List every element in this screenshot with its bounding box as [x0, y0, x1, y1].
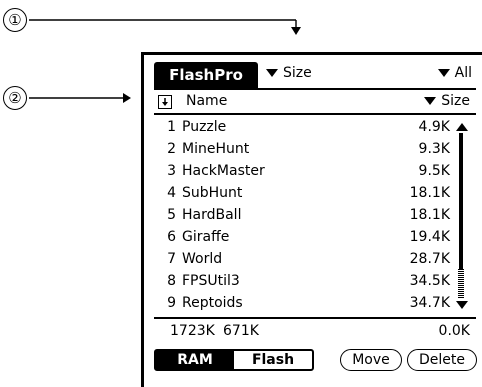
row-size: 9.3K: [418, 141, 450, 157]
filter-label: All: [454, 65, 472, 81]
list-scrollbar[interactable]: [453, 121, 469, 313]
list-item[interactable]: 9 Reptoids 34.7K: [154, 293, 454, 315]
row-size: 9.5K: [418, 163, 450, 179]
footer-divider: [154, 317, 476, 319]
row-index: 2: [167, 141, 176, 157]
column-size-label: Size: [441, 93, 470, 109]
flash-free-value: 671K: [223, 323, 259, 339]
selected-size-value: 0.0K: [438, 323, 470, 339]
row-index: 9: [167, 295, 176, 311]
scroll-down-arrow-icon[interactable]: [456, 301, 468, 309]
column-name-header[interactable]: Name: [186, 93, 227, 109]
row-name: Reptoids: [182, 295, 243, 311]
row-name: SubHunt: [182, 185, 243, 201]
filter-popup-trigger[interactable]: All: [437, 65, 472, 81]
row-name: FPSUtil3: [182, 273, 240, 289]
dropdown-triangle-icon: [266, 69, 278, 77]
scroll-up-arrow-icon[interactable]: [456, 123, 468, 131]
column-menu-icon[interactable]: [158, 95, 172, 109]
flash-segment-button[interactable]: Flash: [234, 351, 312, 369]
callout-1-arrow: [29, 19, 297, 29]
row-name: Giraffe: [182, 229, 230, 245]
row-name: Puzzle: [182, 119, 227, 135]
move-button[interactable]: Move: [340, 349, 402, 371]
sort-popup-trigger[interactable]: Size: [266, 65, 312, 81]
flashpro-screen: FlashPro Size All Name Size 1 Puzzle 4.9…: [141, 52, 482, 387]
row-size: 18.1K: [409, 207, 450, 223]
row-size: 4.9K: [418, 119, 450, 135]
row-name: World: [182, 251, 223, 267]
row-index: 7: [167, 251, 176, 267]
row-index: 1: [167, 119, 176, 135]
column-size-header[interactable]: Size: [424, 93, 470, 109]
list-item[interactable]: 7 World 28.7K: [154, 249, 454, 271]
app-title[interactable]: FlashPro: [154, 62, 258, 88]
program-list: 1 Puzzle 4.9K 2 MineHunt 9.3K 3 HackMast…: [154, 117, 454, 315]
row-size: 19.4K: [409, 229, 450, 245]
row-name: HardBall: [182, 207, 242, 223]
list-item[interactable]: 3 HackMaster 9.5K: [154, 161, 454, 183]
scroll-thumb-remaining: [458, 269, 464, 299]
row-index: 3: [167, 163, 176, 179]
list-item[interactable]: 2 MineHunt 9.3K: [154, 139, 454, 161]
list-item[interactable]: 5 HardBall 18.1K: [154, 205, 454, 227]
callout-2-arrowhead: [123, 93, 131, 103]
row-name: MineHunt: [182, 141, 250, 157]
row-index: 8: [167, 273, 176, 289]
row-name: HackMaster: [182, 163, 265, 179]
list-item[interactable]: 1 Puzzle 4.9K: [154, 117, 454, 139]
sort-triangle-icon: [424, 97, 437, 105]
row-index: 5: [167, 207, 176, 223]
ram-segment-button[interactable]: RAM: [156, 351, 234, 369]
row-index: 4: [167, 185, 176, 201]
sort-label: Size: [283, 65, 312, 81]
dropdown-triangle-icon: [437, 69, 450, 77]
ram-free-value: 1723K: [170, 323, 215, 339]
list-item[interactable]: 8 FPSUtil3 34.5K: [154, 271, 454, 293]
row-size: 28.7K: [409, 251, 450, 267]
callout-1-arrowhead: [291, 27, 301, 35]
storage-segmented-control: RAM Flash: [154, 349, 314, 371]
delete-button[interactable]: Delete: [407, 349, 477, 371]
list-item[interactable]: 4 SubHunt 18.1K: [154, 183, 454, 205]
row-index: 6: [167, 229, 176, 245]
row-size: 34.7K: [409, 295, 450, 311]
row-size: 18.1K: [409, 185, 450, 201]
column-header: Name Size: [154, 93, 472, 113]
list-item[interactable]: 6 Giraffe 19.4K: [154, 227, 454, 249]
title-divider: [154, 88, 476, 90]
row-size: 34.5K: [409, 273, 450, 289]
header-divider: [154, 113, 476, 115]
